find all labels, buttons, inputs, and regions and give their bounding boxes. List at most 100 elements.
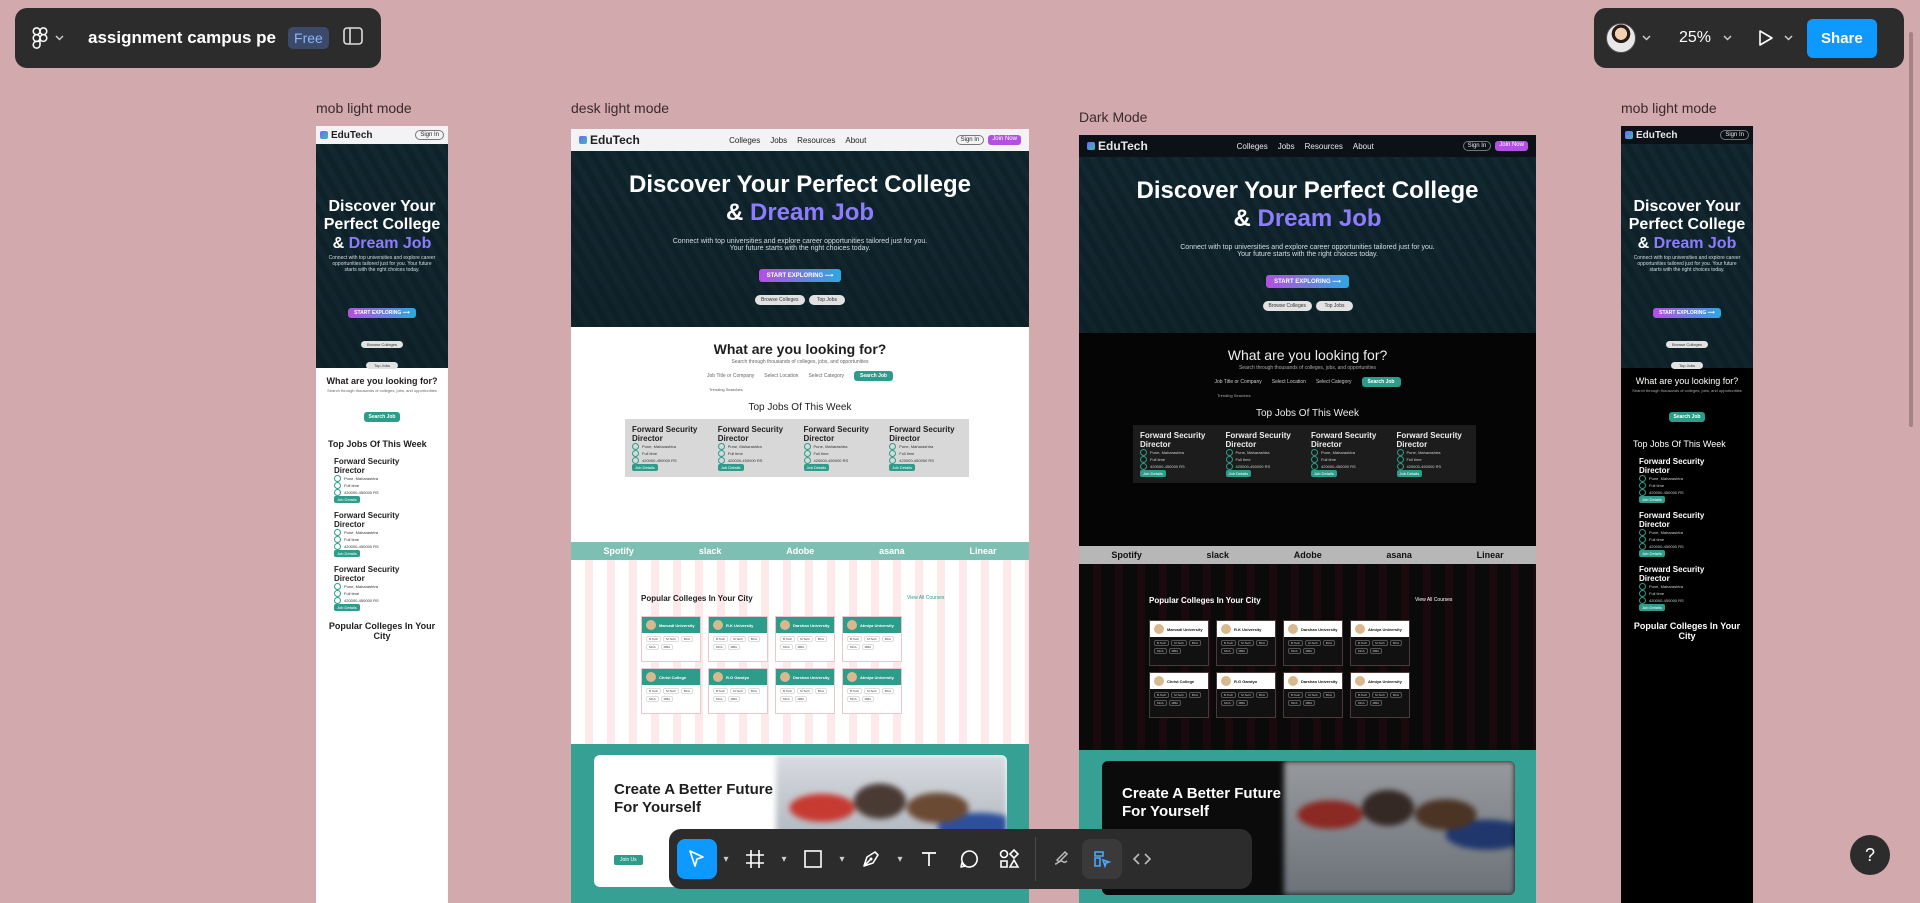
frame-label-desk-light[interactable]: desk light mode bbox=[571, 100, 669, 116]
job-title-field[interactable]: Job Title or Company bbox=[707, 373, 754, 379]
job-card[interactable]: Forward Security Director Pune, Maharash… bbox=[328, 509, 436, 559]
top-jobs-pill[interactable]: Top Jobs bbox=[808, 295, 845, 306]
job-details-button[interactable]: Job Details bbox=[1639, 496, 1665, 503]
college-card[interactable]: R.G Gandyo B.Tech M.Tech BCA MCA MBA bbox=[708, 668, 768, 714]
college-card[interactable]: Atmiya University B.Tech M.Tech BCA MCA MBA bbox=[1350, 620, 1410, 666]
college-card[interactable]: Atmiya University B.Tech M.Tech BCA MCA MBA bbox=[1350, 672, 1410, 718]
cta-button[interactable]: START EXPLORING ⟶ bbox=[1266, 275, 1349, 289]
category-select[interactable]: Select Category bbox=[808, 373, 844, 379]
help-button[interactable]: ? bbox=[1850, 835, 1890, 875]
college-card[interactable]: Marvadi University B.Tech M.Tech BCA MCA MBA bbox=[641, 616, 701, 662]
main-menu-button[interactable] bbox=[31, 27, 64, 49]
actions-tool-button[interactable] bbox=[989, 839, 1029, 879]
move-tool-button[interactable] bbox=[677, 839, 717, 879]
mobile-light-frame[interactable]: EduTech Sign In Discover Your Perfect Co… bbox=[316, 126, 448, 903]
job-title-field[interactable]: Job Title or Company bbox=[1215, 379, 1262, 385]
category-select[interactable]: Select Category bbox=[1316, 379, 1352, 385]
job-details-button[interactable]: Job Details bbox=[1396, 470, 1423, 477]
college-card[interactable]: Marvadi University B.Tech M.Tech BCA MCA MBA bbox=[1149, 620, 1209, 666]
location-select[interactable]: Select Location bbox=[1272, 379, 1306, 385]
job-details-button[interactable]: Job Details bbox=[1311, 470, 1337, 477]
search-job-button[interactable]: Search Job bbox=[1668, 412, 1706, 422]
top-jobs-pill[interactable]: Top Jobs bbox=[1316, 301, 1353, 312]
browse-colleges-pill[interactable]: Browse Colleges bbox=[1665, 341, 1708, 349]
dev-mode-button[interactable] bbox=[1122, 839, 1162, 879]
browse-colleges-pill[interactable]: Browse Colleges bbox=[360, 341, 403, 349]
share-button[interactable]: Share bbox=[1807, 18, 1877, 58]
view-all-courses-link[interactable]: View All Courses bbox=[907, 595, 944, 601]
job-details-button[interactable]: Job Details bbox=[803, 464, 830, 471]
job-details-button[interactable]: Job Details bbox=[632, 464, 658, 471]
present-button[interactable] bbox=[1758, 29, 1793, 47]
college-card[interactable]: Christ College B.Tech M.Tech BCA MCA MBA bbox=[1149, 672, 1209, 718]
college-card[interactable]: Atmiya University B.Tech M.Tech BCA MCA MBA bbox=[842, 668, 902, 714]
job-card[interactable]: Forward Security Director Pune, Maharash… bbox=[1633, 455, 1741, 505]
frame-label-mob-light[interactable]: mob light mode bbox=[316, 100, 412, 116]
nav-link-colleges[interactable]: Colleges bbox=[1237, 142, 1268, 151]
chevron-down-icon[interactable]: ▾ bbox=[833, 854, 851, 865]
nav-link-jobs[interactable]: Jobs bbox=[1278, 142, 1295, 151]
search-job-button[interactable]: Search Job bbox=[854, 371, 893, 381]
job-details-button[interactable]: Job Details bbox=[717, 464, 744, 471]
signin-button[interactable]: Sign In bbox=[1462, 141, 1492, 151]
join-us-button[interactable]: Join Us bbox=[614, 855, 643, 865]
job-card[interactable]: Forward Security Director Pune, Maharash… bbox=[328, 563, 436, 613]
top-jobs-pill[interactable]: Top Jobs bbox=[365, 362, 398, 370]
college-card[interactable]: R.G Gandyo B.Tech M.Tech BCA MCA MBA bbox=[1216, 672, 1276, 718]
college-card[interactable]: Atmiya University B.Tech M.Tech BCA MCA MBA bbox=[842, 616, 902, 662]
canvas-scrollbar[interactable] bbox=[1909, 32, 1913, 427]
nav-link-about[interactable]: About bbox=[1353, 142, 1374, 151]
join-button[interactable]: Join Now bbox=[988, 135, 1021, 145]
cta-button[interactable]: START EXPLORING ⟶ bbox=[1653, 308, 1721, 319]
view-all-courses-link[interactable]: View All Courses bbox=[1415, 597, 1452, 603]
frame-label-mob-light-2[interactable]: mob light mode bbox=[1621, 100, 1717, 116]
nav-link-about[interactable]: About bbox=[845, 136, 866, 145]
signin-button[interactable]: Sign In bbox=[415, 130, 444, 140]
college-card[interactable]: Darshan University B.Tech M.Tech BCA MCA MBA bbox=[775, 668, 835, 714]
nav-link-jobs[interactable]: Jobs bbox=[770, 136, 787, 145]
rectangle-tool-button[interactable] bbox=[793, 839, 833, 879]
location-select[interactable]: Select Location bbox=[764, 373, 798, 379]
job-details-button[interactable]: Job Details bbox=[334, 496, 360, 503]
multiplayer-avatar-button[interactable] bbox=[1606, 23, 1651, 53]
job-card[interactable]: Forward Security Director Pune, Maharasht… bbox=[799, 421, 882, 475]
design-mode-button[interactable] bbox=[1082, 839, 1122, 879]
chevron-down-icon[interactable]: ▾ bbox=[717, 854, 735, 865]
file-title[interactable]: assignment campus pe bbox=[88, 28, 276, 48]
college-card[interactable]: Darshan University B.Tech M.Tech BCA MCA MBA bbox=[775, 616, 835, 662]
signin-button[interactable]: Sign In bbox=[955, 135, 985, 145]
chevron-down-icon[interactable]: ▾ bbox=[775, 854, 793, 865]
job-card[interactable]: Forward Security Director Pune, Maharash… bbox=[1633, 563, 1741, 613]
join-button[interactable]: Join Now bbox=[1495, 141, 1528, 151]
browse-colleges-pill[interactable]: Browse Colleges bbox=[1262, 301, 1313, 312]
college-card[interactable]: R.K University B.Tech M.Tech BCA MCA MBA bbox=[1216, 620, 1276, 666]
draw-mode-button[interactable] bbox=[1042, 839, 1082, 879]
nav-link-colleges[interactable]: Colleges bbox=[729, 136, 760, 145]
job-card[interactable]: Forward Security Director Pune, Maharasht… bbox=[1221, 427, 1304, 481]
job-card[interactable]: Forward Security Director Pune, Maharasht… bbox=[713, 421, 796, 475]
job-details-button[interactable]: Job Details bbox=[1639, 550, 1665, 557]
sidebar-toggle-icon[interactable] bbox=[343, 26, 363, 50]
pen-tool-button[interactable] bbox=[851, 839, 891, 879]
job-card[interactable]: Forward Security Director Pune, Maharasht… bbox=[1392, 427, 1475, 481]
college-card[interactable]: Darshan University B.Tech M.Tech BCA MCA MBA bbox=[1283, 672, 1343, 718]
job-details-button[interactable]: Job Details bbox=[1140, 470, 1166, 477]
desktop-light-frame[interactable]: EduTech Colleges Jobs Resources About Si… bbox=[571, 129, 1029, 903]
college-card[interactable]: Christ College B.Tech M.Tech BCA MCA MBA bbox=[641, 668, 701, 714]
nav-link-resources[interactable]: Resources bbox=[1305, 142, 1343, 151]
job-details-button[interactable]: Job Details bbox=[334, 604, 360, 611]
frame-label-dark-mode[interactable]: Dark Mode bbox=[1079, 109, 1147, 125]
chevron-down-icon[interactable]: ▾ bbox=[891, 854, 909, 865]
job-card[interactable]: Forward Security Director Pune, Maharash… bbox=[328, 455, 436, 505]
signin-button[interactable]: Sign In bbox=[1720, 130, 1749, 140]
search-job-button[interactable]: Search Job bbox=[363, 412, 401, 422]
job-card[interactable]: Forward Security Director Pune, Maharasht… bbox=[1135, 427, 1218, 481]
zoom-dropdown[interactable]: 25% bbox=[1679, 29, 1732, 47]
cta-button[interactable]: START EXPLORING ⟶ bbox=[348, 308, 416, 319]
frame-tool-button[interactable] bbox=[735, 839, 775, 879]
top-jobs-pill[interactable]: Top Jobs bbox=[1670, 362, 1703, 370]
job-card[interactable]: Forward Security Director Pune, Maharasht… bbox=[1306, 427, 1389, 481]
plan-badge[interactable]: Free bbox=[288, 27, 329, 49]
job-card[interactable]: Forward Security Director Pune, Maharasht… bbox=[884, 421, 967, 475]
browse-colleges-pill[interactable]: Browse Colleges bbox=[755, 295, 805, 306]
